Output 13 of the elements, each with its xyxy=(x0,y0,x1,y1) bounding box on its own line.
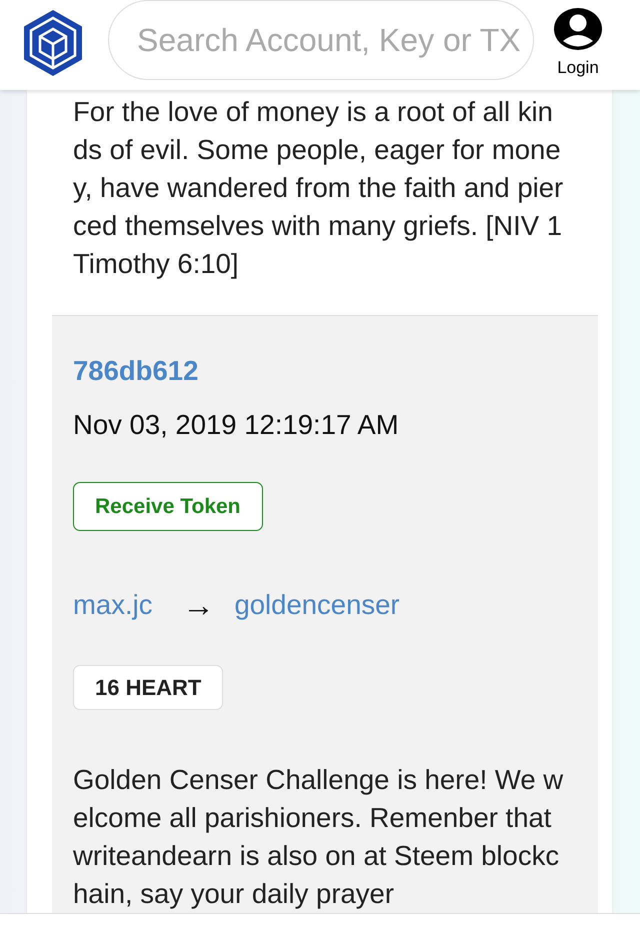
transaction-id-link[interactable]: 786db612 xyxy=(73,355,198,386)
transaction-type-tag: Receive Token xyxy=(73,482,263,531)
sender-link[interactable]: max.jc xyxy=(73,586,152,624)
memo-text: For the love of money is a root of all kinds of evil. Some people, eager for money, have wandered from the faith and pierced themselves with many griefs. [NIV 1 Timothy 6:10] xyxy=(73,95,564,281)
cube-logo-icon[interactable] xyxy=(24,10,82,76)
arrow-text: → xyxy=(182,586,214,624)
login-button[interactable]: Login xyxy=(554,8,602,78)
user-icon xyxy=(554,8,602,50)
timestamp-text: Nov 03, 2019 12:19:17 AM xyxy=(73,408,399,442)
transaction-memo-text: Golden Censer Challenge is here! We welcome all parishioners. Remenber that writeandearn is also on at Steem blockchain, say your daily prayer xyxy=(73,763,564,911)
recipient-link[interactable]: goldencenser xyxy=(234,586,400,624)
search-field[interactable]: Search Account, Key or TX xyxy=(108,0,534,80)
amount-tag: 16 HEART xyxy=(73,665,224,710)
